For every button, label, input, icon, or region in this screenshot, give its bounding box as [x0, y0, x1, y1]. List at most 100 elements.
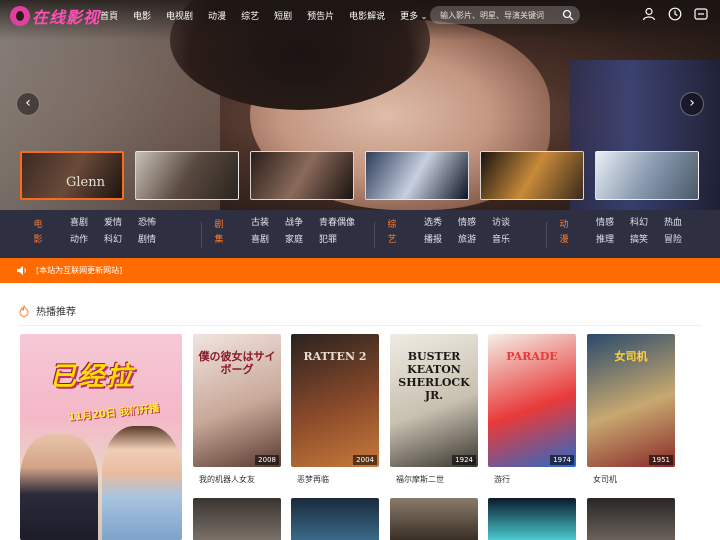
history-icon[interactable] — [668, 7, 682, 21]
movie-poster[interactable] — [390, 498, 478, 540]
category-items: 古装 战争 青春偶像喜剧 家庭 犯罪 — [251, 218, 355, 248]
category-separator — [374, 222, 375, 248]
carousel-thumbnail[interactable] — [135, 151, 239, 200]
category-link[interactable]: 剧情 — [138, 235, 156, 248]
thumbnail-caption: Glenn — [66, 175, 105, 190]
nav-item-variety[interactable]: 综艺 — [241, 9, 259, 22]
notice-bar: [本站为互联网更新网站] — [0, 258, 720, 283]
poster-title: 女司机 — [614, 350, 648, 363]
movie-card[interactable]: 僕の彼女はサイボーグ 2008 我的机器人女友 — [193, 334, 281, 485]
carousel-thumbnail[interactable] — [365, 151, 469, 200]
site-logo[interactable]: 在线影视 — [10, 4, 100, 28]
category-link[interactable]: 选秀 — [424, 218, 442, 231]
movie-poster[interactable]: BUSTER KEATON SHERLOCK JR. 1924 — [390, 334, 478, 467]
category-link[interactable]: 搞笑 — [630, 235, 648, 248]
movie-poster[interactable] — [291, 498, 379, 540]
nav-item-movie[interactable]: 电影 — [133, 9, 151, 22]
search-input[interactable] — [440, 10, 560, 20]
poster-title: 僕の彼女はサイボーグ — [198, 350, 276, 376]
category-items: 情感 科幻 热血推理 搞笑 冒险 — [596, 218, 682, 248]
category-link[interactable]: 爱情 — [104, 218, 122, 231]
movie-title[interactable]: 恶梦再临 — [297, 474, 379, 485]
category-link[interactable]: 推理 — [596, 235, 614, 248]
logo-text: 在线影视 — [32, 8, 101, 27]
category-link[interactable]: 热血 — [664, 218, 682, 231]
category-link[interactable]: 访谈 — [492, 218, 510, 231]
nav-item-more[interactable]: 更多 — [400, 9, 427, 22]
movie-title[interactable]: 我的机器人女友 — [199, 474, 281, 485]
category-label[interactable]: 电影 — [32, 218, 44, 248]
speaker-icon — [17, 266, 26, 275]
category-group: 动漫 情感 科幻 热血推理 搞笑 冒险 — [558, 218, 682, 248]
category-link[interactable]: 家庭 — [285, 235, 303, 248]
movie-poster[interactable] — [587, 498, 675, 540]
category-link[interactable]: 情感 — [458, 218, 476, 231]
header-icons — [642, 7, 708, 21]
category-link[interactable]: 喜剧 — [70, 218, 88, 231]
movie-title[interactable]: 福尔摩斯二世 — [396, 474, 478, 485]
category-link[interactable]: 犯罪 — [319, 235, 355, 248]
carousel-thumbnail[interactable]: Glenn — [20, 151, 124, 200]
category-label[interactable]: 综艺 — [386, 218, 398, 248]
carousel-thumbnail[interactable] — [595, 151, 699, 200]
category-link[interactable]: 旅游 — [458, 235, 476, 248]
category-link[interactable]: 播报 — [424, 235, 442, 248]
carousel-thumbnail[interactable] — [250, 151, 354, 200]
featured-poster[interactable]: 已经拉 11月20日 我们开播 — [20, 334, 182, 540]
movie-card[interactable]: 女司机 1951 女司机 — [587, 334, 675, 485]
category-link[interactable]: 青春偶像 — [319, 218, 355, 231]
category-items: 选秀 情感 访谈播报 旅游 音乐 — [424, 218, 510, 248]
category-link[interactable]: 喜剧 — [251, 235, 269, 248]
carousel-prev-button[interactable]: ‹ — [16, 92, 40, 116]
top-header: 在线影视 首頁 电影 电视剧 动漫 综艺 短剧 预告片 电影解说 更多 — [0, 0, 720, 34]
movie-title[interactable]: 游行 — [494, 474, 576, 485]
app-icon[interactable] — [694, 7, 708, 21]
fire-icon — [19, 304, 29, 317]
search-icon[interactable] — [562, 9, 574, 21]
poster-title: PARADE — [506, 350, 558, 363]
movie-card[interactable]: PARADE 1974 游行 — [488, 334, 576, 485]
carousel-thumbnail[interactable] — [480, 151, 584, 200]
category-label[interactable]: 剧集 — [213, 218, 225, 248]
movie-poster[interactable] — [488, 498, 576, 540]
user-icon[interactable] — [642, 7, 656, 21]
category-group: 综艺 选秀 情感 访谈播报 旅游 音乐 — [386, 218, 510, 248]
category-link[interactable]: 动作 — [70, 235, 88, 248]
nav-item-commentary[interactable]: 电影解说 — [349, 9, 385, 22]
movie-poster[interactable] — [193, 498, 281, 540]
movie-poster[interactable]: 僕の彼女はサイボーグ 2008 — [193, 334, 281, 467]
category-link[interactable]: 科幻 — [104, 235, 122, 248]
movie-year: 2008 — [255, 455, 279, 465]
category-separator — [201, 222, 202, 248]
category-label[interactable]: 动漫 — [558, 218, 570, 248]
featured-person-left — [20, 434, 98, 540]
nav-item-trailer[interactable]: 预告片 — [307, 9, 334, 22]
category-separator — [546, 222, 547, 248]
category-link[interactable]: 恐怖 — [138, 218, 156, 231]
nav-item-short[interactable]: 短剧 — [274, 9, 292, 22]
nav-item-tv[interactable]: 电视剧 — [166, 9, 193, 22]
movie-poster[interactable]: 女司机 1951 — [587, 334, 675, 467]
nav-item-home[interactable]: 首頁 — [100, 9, 118, 22]
movie-title[interactable]: 女司机 — [593, 474, 675, 485]
movie-year: 2004 — [353, 455, 377, 465]
poster-title: BUSTER KEATON SHERLOCK JR. — [398, 350, 470, 402]
category-group: 电影 喜剧 爱情 恐怖动作 科幻 剧情 — [32, 218, 156, 248]
category-link[interactable]: 科幻 — [630, 218, 648, 231]
category-link[interactable]: 情感 — [596, 218, 614, 231]
nav-item-anime[interactable]: 动漫 — [208, 9, 226, 22]
category-link[interactable]: 古装 — [251, 218, 269, 231]
category-link[interactable]: 音乐 — [492, 235, 510, 248]
movie-poster[interactable]: RATTEN 2 2004 — [291, 334, 379, 467]
movie-card[interactable]: BUSTER KEATON SHERLOCK JR. 1924 福尔摩斯二世 — [390, 334, 478, 485]
category-link[interactable]: 战争 — [285, 218, 303, 231]
movie-poster[interactable]: PARADE 1974 — [488, 334, 576, 467]
carousel-next-button[interactable]: › — [680, 92, 704, 116]
category-link[interactable]: 冒险 — [664, 235, 682, 248]
movie-year: 1924 — [452, 455, 476, 465]
section-header: 热播推荐 — [18, 303, 76, 318]
logo-icon — [10, 6, 30, 26]
movie-card[interactable]: RATTEN 2 2004 恶梦再临 — [291, 334, 379, 485]
featured-person-right — [102, 426, 182, 540]
section-title: 热播推荐 — [36, 307, 76, 318]
